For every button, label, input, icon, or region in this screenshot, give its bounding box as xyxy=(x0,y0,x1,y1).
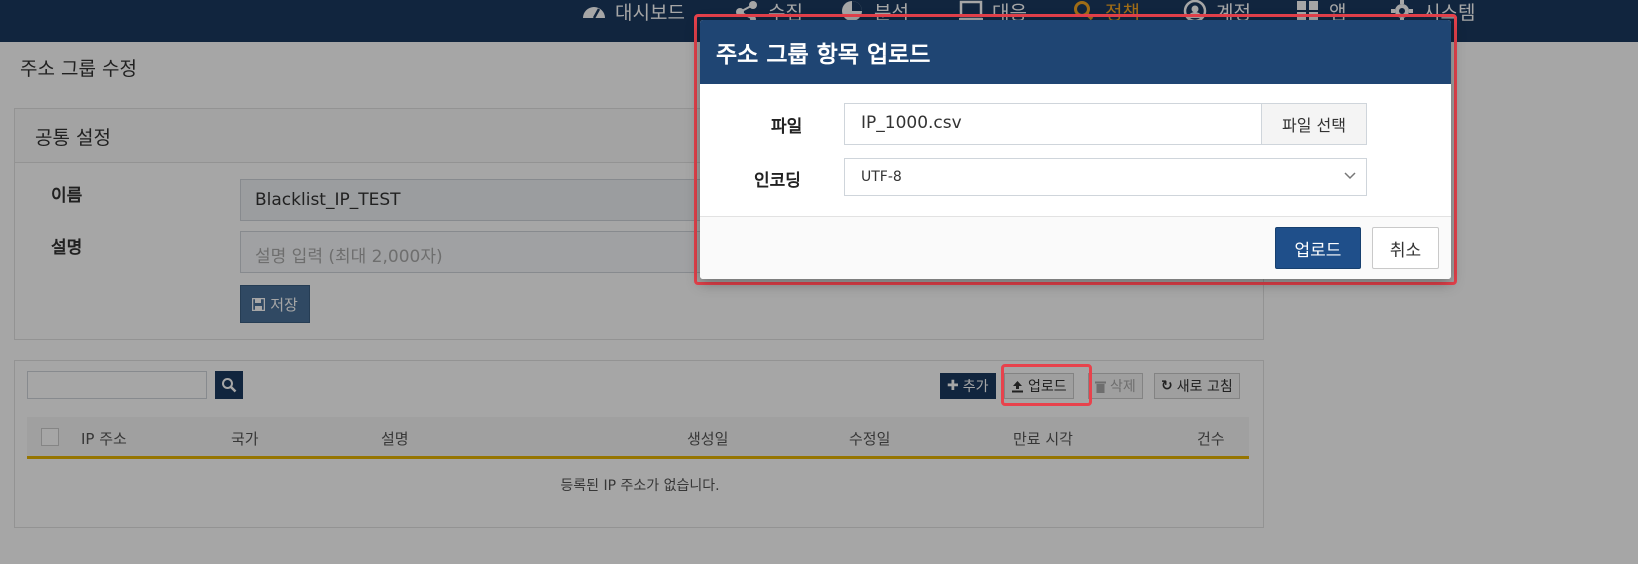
file-select-button[interactable]: 파일 선택 xyxy=(1261,103,1367,145)
cancel-button[interactable]: 취소 xyxy=(1372,227,1439,269)
upload-submit-button[interactable]: 업로드 xyxy=(1275,227,1361,269)
modal-footer: 업로드 취소 xyxy=(700,216,1451,279)
file-path-input[interactable]: IP_1000.csv xyxy=(844,103,1262,145)
chevron-down-icon xyxy=(1344,172,1356,180)
modal-title: 주소 그룹 항목 업로드 xyxy=(700,20,1451,84)
upload-button-highlight xyxy=(1001,364,1092,406)
encoding-label: 인코딩 xyxy=(754,171,801,191)
file-label: 파일 xyxy=(771,117,803,137)
encoding-select[interactable]: UTF-8 xyxy=(844,158,1367,196)
upload-modal: 주소 그룹 항목 업로드 파일 IP_1000.csv 파일 선택 인코딩 UT… xyxy=(700,20,1451,279)
encoding-value: UTF-8 xyxy=(861,169,902,185)
